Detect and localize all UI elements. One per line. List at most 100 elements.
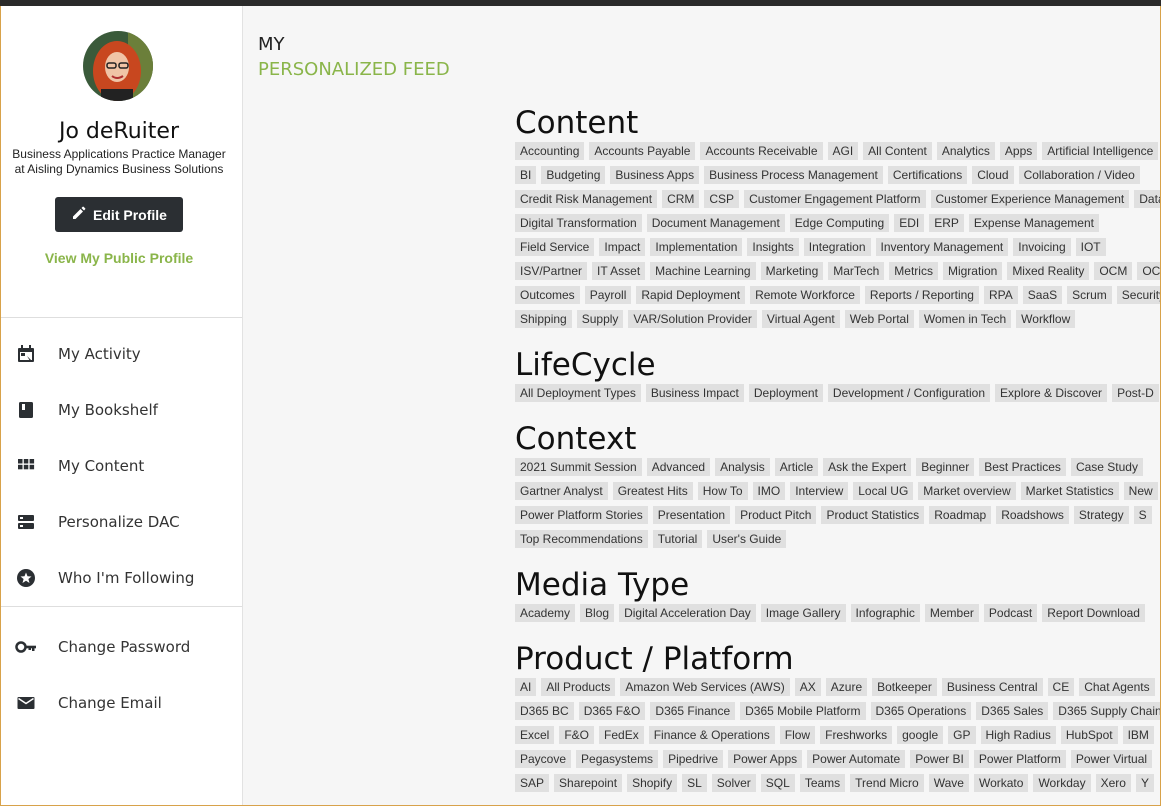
nav-who-im-following[interactable]: Who I'm Following [1, 558, 242, 598]
tag-chip[interactable]: Pipedrive [663, 750, 724, 768]
tag-chip[interactable]: Payroll [584, 286, 632, 304]
tag-chip[interactable]: Document Management [646, 214, 785, 232]
tag-chip[interactable]: EDI [894, 214, 925, 232]
tag-chip[interactable]: Sharepoint [554, 774, 623, 792]
tag-chip[interactable]: OCR [1137, 262, 1160, 280]
tag-chip[interactable]: Shopify [627, 774, 678, 792]
tag-chip[interactable]: F&O [559, 726, 595, 744]
tag-chip[interactable]: Credit Risk Management [515, 190, 658, 208]
tag-chip[interactable]: Infographic [850, 604, 920, 622]
view-public-profile-link[interactable]: View My Public Profile [1, 250, 237, 266]
tag-chip[interactable]: ISV/Partner [515, 262, 588, 280]
tag-chip[interactable]: Local UG [853, 482, 914, 500]
tag-chip[interactable]: Image Gallery [760, 604, 846, 622]
tag-chip[interactable]: Collaboration / Video [1018, 166, 1140, 184]
edit-profile-button[interactable]: Edit Profile [55, 197, 183, 232]
tag-chip[interactable]: GP [948, 726, 976, 744]
tag-chip[interactable]: Development / Configuration [827, 384, 991, 402]
nav-change-email[interactable]: Change Email [1, 683, 242, 723]
tag-chip[interactable]: Power Virtual [1070, 750, 1153, 768]
tag-chip[interactable]: Power Platform Stories [515, 506, 648, 524]
nav-my-activity[interactable]: My Activity [1, 334, 242, 374]
tag-chip[interactable]: RPA [983, 286, 1018, 304]
tag-chip[interactable]: D365 Supply Chain [1053, 702, 1160, 720]
tag-chip[interactable]: Deployment [748, 384, 823, 402]
tag-chip[interactable]: Analytics [936, 142, 995, 160]
tag-chip[interactable]: Apps [999, 142, 1038, 160]
tag-chip[interactable]: User's Guide [707, 530, 787, 548]
tag-chip[interactable]: Marketing [760, 262, 824, 280]
tag-chip[interactable]: Implementation [650, 238, 743, 256]
tag-chip[interactable]: Freshworks [820, 726, 893, 744]
tag-chip[interactable]: Expense Management [968, 214, 1099, 232]
tag-chip[interactable]: Insights [747, 238, 799, 256]
tag-chip[interactable]: Remote Workforce [750, 286, 860, 304]
tag-chip[interactable]: Podcast [983, 604, 1038, 622]
tag-chip[interactable]: Analysis [715, 458, 770, 476]
tag-chip[interactable]: Product Pitch [735, 506, 817, 524]
tag-chip[interactable]: SaaS [1022, 286, 1063, 304]
tag-chip[interactable]: Outcomes [515, 286, 580, 304]
tag-chip[interactable]: Women in Tech [918, 310, 1012, 328]
tag-chip[interactable]: Business Apps [610, 166, 700, 184]
tag-chip[interactable]: Inventory Management [875, 238, 1009, 256]
nav-change-password[interactable]: Change Password [1, 627, 242, 667]
tag-chip[interactable]: FedEx [599, 726, 644, 744]
tag-chip[interactable]: Artificial Intelligence [1042, 142, 1159, 160]
tag-chip[interactable]: Accounts Payable [589, 142, 696, 160]
tag-chip[interactable]: D365 Sales [976, 702, 1049, 720]
tag-chip[interactable]: Workflow [1016, 310, 1076, 328]
tag-chip[interactable]: Metrics [889, 262, 938, 280]
tag-chip[interactable]: SQL [760, 774, 795, 792]
tag-chip[interactable]: Amazon Web Services (AWS) [620, 678, 790, 696]
tag-chip[interactable]: AGI [827, 142, 859, 160]
tag-chip[interactable]: IMO [752, 482, 786, 500]
tag-chip[interactable]: BI [515, 166, 537, 184]
tag-chip[interactable]: Ask the Expert [823, 458, 912, 476]
tag-chip[interactable]: Cloud [972, 166, 1014, 184]
tag-chip[interactable]: Power Automate [807, 750, 906, 768]
tag-chip[interactable]: IT Asset [592, 262, 646, 280]
tag-chip[interactable]: Tutorial [652, 530, 703, 548]
tag-chip[interactable]: Member [924, 604, 979, 622]
tag-chip[interactable]: Explore & Discover [995, 384, 1108, 402]
tag-chip[interactable]: Blog [580, 604, 615, 622]
tag-chip[interactable]: Case Study [1070, 458, 1143, 476]
tag-chip[interactable]: High Radius [980, 726, 1056, 744]
tag-chip[interactable]: Trend Micro [850, 774, 924, 792]
tag-chip[interactable]: Reports / Reporting [864, 286, 979, 304]
tag-chip[interactable]: SL [682, 774, 707, 792]
tag-chip[interactable]: Supply [576, 310, 624, 328]
tag-chip[interactable]: Roadmap [929, 506, 992, 524]
tag-chip[interactable]: Wave [928, 774, 969, 792]
tag-chip[interactable]: CSP [704, 190, 740, 208]
tag-chip[interactable]: Workato [973, 774, 1029, 792]
nav-my-bookshelf[interactable]: My Bookshelf [1, 390, 242, 430]
tag-chip[interactable]: Power Platform [973, 750, 1066, 768]
tag-chip[interactable]: Solver [711, 774, 756, 792]
tag-chip[interactable]: Xero [1095, 774, 1131, 792]
nav-my-content[interactable]: My Content [1, 446, 242, 486]
tag-chip[interactable]: 2021 Summit Session [515, 458, 642, 476]
tag-chip[interactable]: How To [697, 482, 748, 500]
tag-chip[interactable]: Market overview [918, 482, 1016, 500]
tag-chip[interactable]: Business Impact [645, 384, 744, 402]
tag-chip[interactable]: Rapid Deployment [636, 286, 746, 304]
tag-chip[interactable]: Presentation [652, 506, 731, 524]
tag-chip[interactable]: Mixed Reality [1007, 262, 1090, 280]
tag-chip[interactable]: IOT [1075, 238, 1106, 256]
tag-chip[interactable]: Product Statistics [821, 506, 925, 524]
tag-chip[interactable]: Flow [779, 726, 816, 744]
tag-chip[interactable]: VAR/Solution Provider [628, 310, 757, 328]
tag-chip[interactable]: Machine Learning [650, 262, 756, 280]
tag-chip[interactable]: CRM [662, 190, 700, 208]
tag-chip[interactable]: Edge Computing [789, 214, 890, 232]
tag-chip[interactable]: Teams [799, 774, 846, 792]
tag-chip[interactable]: Digital Transformation [515, 214, 642, 232]
tag-chip[interactable]: Botkeeper [872, 678, 937, 696]
tag-chip[interactable]: OCM [1094, 262, 1133, 280]
tag-chip[interactable]: Azure [825, 678, 868, 696]
tag-chip[interactable]: Greatest Hits [612, 482, 693, 500]
tag-chip[interactable]: Finance & Operations [648, 726, 775, 744]
tag-chip[interactable]: Customer Engagement Platform [744, 190, 926, 208]
